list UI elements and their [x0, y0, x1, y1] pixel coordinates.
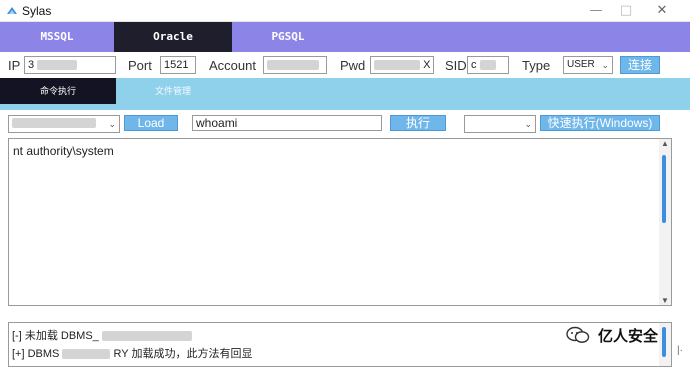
redacted-sid [479, 60, 496, 71]
wechat-icon [566, 326, 590, 343]
connection-row: IP 3 Port 1521 Account Pwd X SID c Type … [0, 52, 690, 78]
ip-field[interactable]: 3 [24, 56, 116, 74]
log-line-1-text: [-] 未加载 DBMS_ [12, 330, 99, 342]
tab-file-manager[interactable]: 文件管理 [116, 78, 230, 104]
log-line: [-] 未加载 DBMS_ [12, 327, 192, 343]
redacted-ip [37, 60, 78, 71]
watermark-text: 亿人安全 [598, 327, 659, 345]
type-label: Type [522, 58, 551, 73]
log-scrollbar[interactable] [659, 323, 671, 366]
type-value: USER [567, 59, 595, 70]
ip-value: 3 [28, 59, 35, 71]
output-textarea[interactable]: nt authority\system ▲ ▼ [8, 138, 672, 306]
account-label: Account [209, 58, 256, 73]
scroll-down-icon[interactable]: ▼ [661, 296, 669, 305]
account-field[interactable] [263, 56, 327, 74]
command-input[interactable]: whoami [192, 115, 382, 131]
tab-mssql[interactable]: MSSQL [0, 22, 114, 52]
ip-label: IP [8, 58, 21, 73]
scroll-thumb[interactable] [662, 327, 666, 357]
sid-label: SID [445, 58, 467, 73]
chevron-down-icon: ⌄ [108, 119, 116, 129]
log-line-2-prefix: [+] DBMS [12, 348, 60, 360]
chevron-down-icon: ⌄ [601, 60, 609, 70]
pwd-field[interactable]: X [370, 56, 434, 74]
port-label: Port [128, 58, 152, 73]
close-icon[interactable]: ✕ [648, 2, 676, 20]
resize-grip-icon: |· [677, 345, 683, 356]
connect-button[interactable]: 连接 [620, 56, 660, 74]
output-scrollbar[interactable]: ▲ ▼ [659, 139, 671, 305]
load-button[interactable]: Load [124, 115, 178, 131]
pwd-value: X [423, 59, 431, 71]
chevron-down-icon: ⌄ [524, 119, 532, 129]
tab-pgsql[interactable]: PGSQL [232, 22, 344, 52]
sid-field[interactable]: c [467, 56, 509, 74]
tab-command-exec[interactable]: 命令执行 [0, 78, 116, 104]
pwd-label: Pwd [340, 58, 366, 73]
redacted-account [267, 60, 319, 71]
sid-value: c [471, 59, 477, 71]
tab-oracle[interactable]: Oracle [114, 22, 232, 52]
log-line: [+] DBMS RY 加载成功，此方法有回显 [12, 345, 252, 361]
quick-command-select[interactable]: ⌄ [464, 115, 536, 133]
execute-button[interactable]: 执行 [390, 115, 446, 131]
log-line-2-suffix: RY 加载成功，此方法有回显 [113, 348, 253, 360]
redacted-method [12, 118, 96, 129]
command-row: ⌄ Load whoami 执行 ⌄ 快速执行(Windows) [0, 110, 690, 136]
watermark: 亿人安全 [566, 323, 658, 347]
function-tab-bar: 命令执行 文件管理 [0, 78, 690, 104]
minimize-icon[interactable]: — [582, 2, 610, 20]
app-icon [7, 7, 17, 14]
output-text: nt authority\system [13, 144, 114, 158]
method-select[interactable]: ⌄ [8, 115, 120, 133]
redacted-password [374, 60, 420, 71]
title-bar: Sylas — □ ✕ [0, 0, 690, 22]
redacted-package-name [101, 331, 192, 342]
scroll-thumb[interactable] [662, 155, 666, 223]
window-title: Sylas [22, 4, 52, 18]
type-select[interactable]: USER ⌄ [563, 56, 613, 74]
database-tab-bar: MSSQL Oracle PGSQL [0, 22, 690, 52]
maximize-icon[interactable]: □ [612, 2, 640, 20]
quick-execute-button[interactable]: 快速执行(Windows) [540, 115, 660, 131]
redacted-package-name [62, 349, 111, 360]
port-field[interactable]: 1521 [160, 56, 196, 74]
scroll-up-icon[interactable]: ▲ [661, 139, 669, 148]
